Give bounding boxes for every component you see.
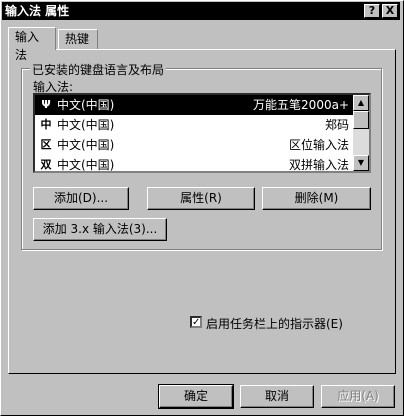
help-button[interactable]: ? <box>364 4 380 18</box>
title-bar[interactable]: 输入法 属性 ? X <box>2 2 400 20</box>
taskbar-indicator-checkbox[interactable]: ✓ <box>190 316 202 328</box>
tab-hotkeys[interactable]: 热键 <box>58 29 98 49</box>
window-title: 输入法 属性 <box>5 4 70 18</box>
apply-button[interactable]: 应用(A) <box>321 385 395 408</box>
close-button[interactable]: X <box>382 4 398 18</box>
cancel-button[interactable]: 取消 <box>240 385 314 408</box>
list-item[interactable]: 区 中文(中国) 区位输入法 <box>35 135 353 155</box>
add-button[interactable]: 添加(D)... <box>33 187 129 210</box>
list-item[interactable]: Ψ 中文(中国) 万能五笔2000a+ <box>35 95 353 115</box>
ime-shuangpin-icon: 双 <box>40 158 52 171</box>
list-item[interactable]: 中 中文(中国) 郑码 <box>35 115 353 135</box>
scroll-down-icon[interactable]: ▼ <box>353 155 369 171</box>
list-item-language: 中文(中国) <box>57 158 115 172</box>
list-item-language: 中文(中国) <box>57 98 115 112</box>
list-item-language: 中文(中国) <box>57 118 115 132</box>
remove-button[interactable]: 删除(M) <box>262 187 371 210</box>
add-3x-ime-button[interactable]: 添加 3.x 输入法(3)... <box>33 218 167 241</box>
list-item[interactable]: 双 中文(中国) 双拼输入法 <box>35 155 353 172</box>
ime-zheng-icon: 中 <box>40 118 52 131</box>
list-item-ime: 郑码 <box>324 118 349 132</box>
list-scrollbar[interactable]: ▲ ▼ <box>353 95 369 171</box>
taskbar-indicator-label[interactable]: 启用任务栏上的指示器(E) <box>206 315 343 332</box>
list-item-ime: 万能五笔2000a+ <box>253 98 349 112</box>
group-title: 已安装的键盘语言及布局 <box>30 61 167 78</box>
tab-ime[interactable]: 输入法 <box>8 27 56 62</box>
list-item-ime: 区位输入法 <box>288 138 349 152</box>
list-item-ime: 双拼输入法 <box>288 158 349 172</box>
ok-button[interactable]: 确定 <box>158 384 234 409</box>
list-item-language: 中文(中国) <box>57 138 115 152</box>
scroll-thumb[interactable] <box>353 111 369 129</box>
ime-quwei-icon: 区 <box>40 138 52 151</box>
properties-button[interactable]: 属性(R) <box>147 187 255 210</box>
ime-anchor-icon: Ψ <box>41 98 51 111</box>
scroll-up-icon[interactable]: ▲ <box>353 95 369 111</box>
ime-listbox[interactable]: Ψ 中文(中国) 万能五笔2000a+ 中 中文(中国) 郑码 区 中文(中国)… <box>33 93 371 173</box>
